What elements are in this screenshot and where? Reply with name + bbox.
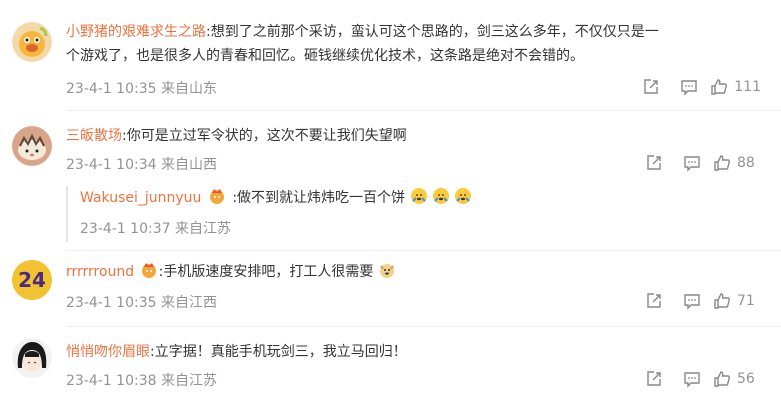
comment-text: 三皈散场:你可是立过军令状的，这次不要让我们失望啊 xyxy=(66,128,407,144)
tired-face-emoji-icon xyxy=(410,188,427,204)
like-count: 56 xyxy=(737,371,755,387)
thumbs-up-icon xyxy=(714,371,730,387)
avatar[interactable] xyxy=(12,126,52,166)
comment-text: rrrrrround :手机版速度安排吧，打工人很需要 xyxy=(66,260,766,284)
reply-button[interactable] xyxy=(670,76,708,98)
reply-item: Wakusei_junnyuu :做不到就让炜炜吃一百个饼 23-4-1 10:… xyxy=(66,186,761,242)
comment-text: 悄悄吻你眉眼:立字据！真能手机玩剑三，我立马回归！ xyxy=(66,344,407,360)
share-icon xyxy=(647,293,661,308)
tired-face-emoji-icon xyxy=(432,188,449,204)
comment-username[interactable]: rrrrrround xyxy=(66,264,134,280)
comment-actions: 111 xyxy=(632,76,761,98)
vip-badge-icon xyxy=(209,189,224,204)
like-button[interactable] xyxy=(711,290,733,312)
like-count: 88 xyxy=(737,155,755,171)
comment-actions: 88 xyxy=(635,152,761,174)
reply-username[interactable]: Wakusei_junnyuu xyxy=(80,190,201,206)
reply-button[interactable] xyxy=(673,368,711,390)
avatar[interactable]: 24 xyxy=(12,260,52,300)
tired-face-emoji-icon xyxy=(455,188,472,204)
comment-text: 小野猪的艰难求生之路:想到了之前那个采访，蛮认可这个思路的，剑三这么多年，不仅仅… xyxy=(66,24,659,64)
share-icon xyxy=(647,371,661,386)
comment-meta: 23-4-1 10:35 来自江西 xyxy=(66,295,217,311)
share-button[interactable] xyxy=(632,76,670,98)
comment-item: 悄悄吻你眉眼:立字据！真能手机玩剑三，我立马回归！ 23-4-1 10:38 来… xyxy=(0,326,781,409)
share-icon xyxy=(647,155,661,170)
reply-button[interactable] xyxy=(673,152,711,174)
like-count: 71 xyxy=(737,293,755,309)
share-button[interactable] xyxy=(635,152,673,174)
like-button[interactable] xyxy=(708,76,730,98)
thumbs-up-icon xyxy=(714,155,730,171)
comment-icon xyxy=(684,294,700,310)
like-button[interactable] xyxy=(711,368,733,390)
avatar[interactable] xyxy=(12,22,52,62)
reply-button[interactable] xyxy=(673,290,711,312)
share-button[interactable] xyxy=(635,368,673,390)
comment-icon xyxy=(681,80,697,96)
doge-emoji-icon xyxy=(379,264,394,278)
comment-item: 三皈散场:你可是立过军令状的，这次不要让我们失望啊 23-4-1 10:34 来… xyxy=(0,110,781,250)
comment-meta: 23-4-1 10:38 来自江苏 xyxy=(66,373,217,389)
comment-icon xyxy=(684,372,700,388)
avatar[interactable] xyxy=(12,338,52,378)
comment-meta: 23-4-1 10:35 来自山东 xyxy=(66,81,217,97)
comment-icon xyxy=(684,156,700,172)
hedgehog-avatar-icon xyxy=(12,126,52,166)
comment-actions: 71 xyxy=(635,290,761,312)
thumbs-up-icon xyxy=(711,79,728,95)
share-icon xyxy=(644,79,658,94)
reply-meta: 23-4-1 10:37 来自江苏 xyxy=(80,221,231,237)
comment-username[interactable]: 小野猪的艰难求生之路 xyxy=(66,24,206,40)
like-button[interactable] xyxy=(711,152,733,174)
comment-username[interactable]: 三皈散场 xyxy=(66,128,122,144)
girl-avatar-icon xyxy=(12,338,52,378)
vip-badge-icon xyxy=(141,263,156,278)
like-count: 111 xyxy=(734,79,761,95)
thumbs-up-icon xyxy=(714,293,730,309)
comment-item: 小野猪的艰难求生之路:想到了之前那个采访，蛮认可这个思路的，剑三这么多年，不仅仅… xyxy=(0,0,781,110)
avatar-number: 24 xyxy=(18,268,46,292)
comment-actions: 56 xyxy=(635,368,761,390)
comment-meta: 23-4-1 10:34 来自山西 xyxy=(66,157,217,173)
share-button[interactable] xyxy=(635,290,673,312)
reply-text: Wakusei_junnyuu :做不到就让炜炜吃一百个饼 xyxy=(80,186,760,210)
duck-avatar-icon xyxy=(12,22,52,62)
comment-username[interactable]: 悄悄吻你眉眼 xyxy=(66,344,150,360)
comment-item: 24 rrrrrround :手机版速度安排吧，打工人很需要 23-4-1 10… xyxy=(0,250,781,326)
